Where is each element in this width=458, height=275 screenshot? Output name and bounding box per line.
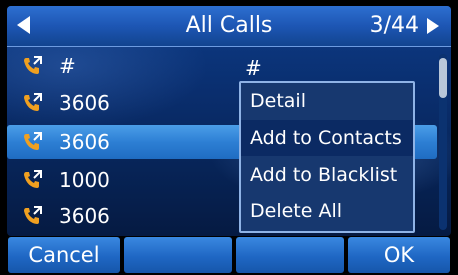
phone-screen: All Calls 3/44 # 3606 3606 1000 3606 # D… [0, 0, 458, 275]
call-number: # [59, 54, 76, 78]
triangle-right-icon[interactable] [427, 18, 439, 34]
call-number: 3606 [59, 91, 110, 115]
incoming-call-icon [24, 93, 42, 111]
title-bar: All Calls 3/44 [7, 6, 451, 47]
menu-item-add-to-blacklist[interactable]: Add to Blacklist [241, 157, 413, 193]
call-number: 1000 [59, 168, 110, 192]
incoming-call-icon [24, 206, 42, 224]
call-list-item[interactable]: # [7, 49, 437, 83]
background-text: # [245, 56, 262, 80]
incoming-call-icon [24, 170, 42, 188]
menu-item-detail[interactable]: Detail [241, 83, 413, 119]
softkey-2[interactable] [124, 237, 232, 273]
softkey-3[interactable] [236, 237, 344, 273]
page-indicator: 3/44 [369, 13, 419, 38]
incoming-call-icon [24, 132, 42, 150]
lcd-display: All Calls 3/44 # 3606 3606 1000 3606 # D… [7, 6, 451, 236]
scrollbar-thumb[interactable] [439, 58, 447, 98]
call-number: 3606 [59, 130, 110, 154]
scrollbar[interactable] [439, 54, 447, 230]
context-menu: Detail Add to Contacts Add to Blacklist … [239, 81, 415, 233]
menu-item-delete-all[interactable]: Delete All [241, 193, 413, 229]
cancel-button[interactable]: Cancel [8, 237, 120, 273]
softkey-bar: Cancel OK [8, 237, 450, 273]
incoming-call-icon [24, 56, 42, 74]
call-number: 3606 [59, 204, 110, 228]
ok-button[interactable]: OK [348, 237, 450, 273]
menu-item-add-to-contacts[interactable]: Add to Contacts [241, 120, 413, 156]
